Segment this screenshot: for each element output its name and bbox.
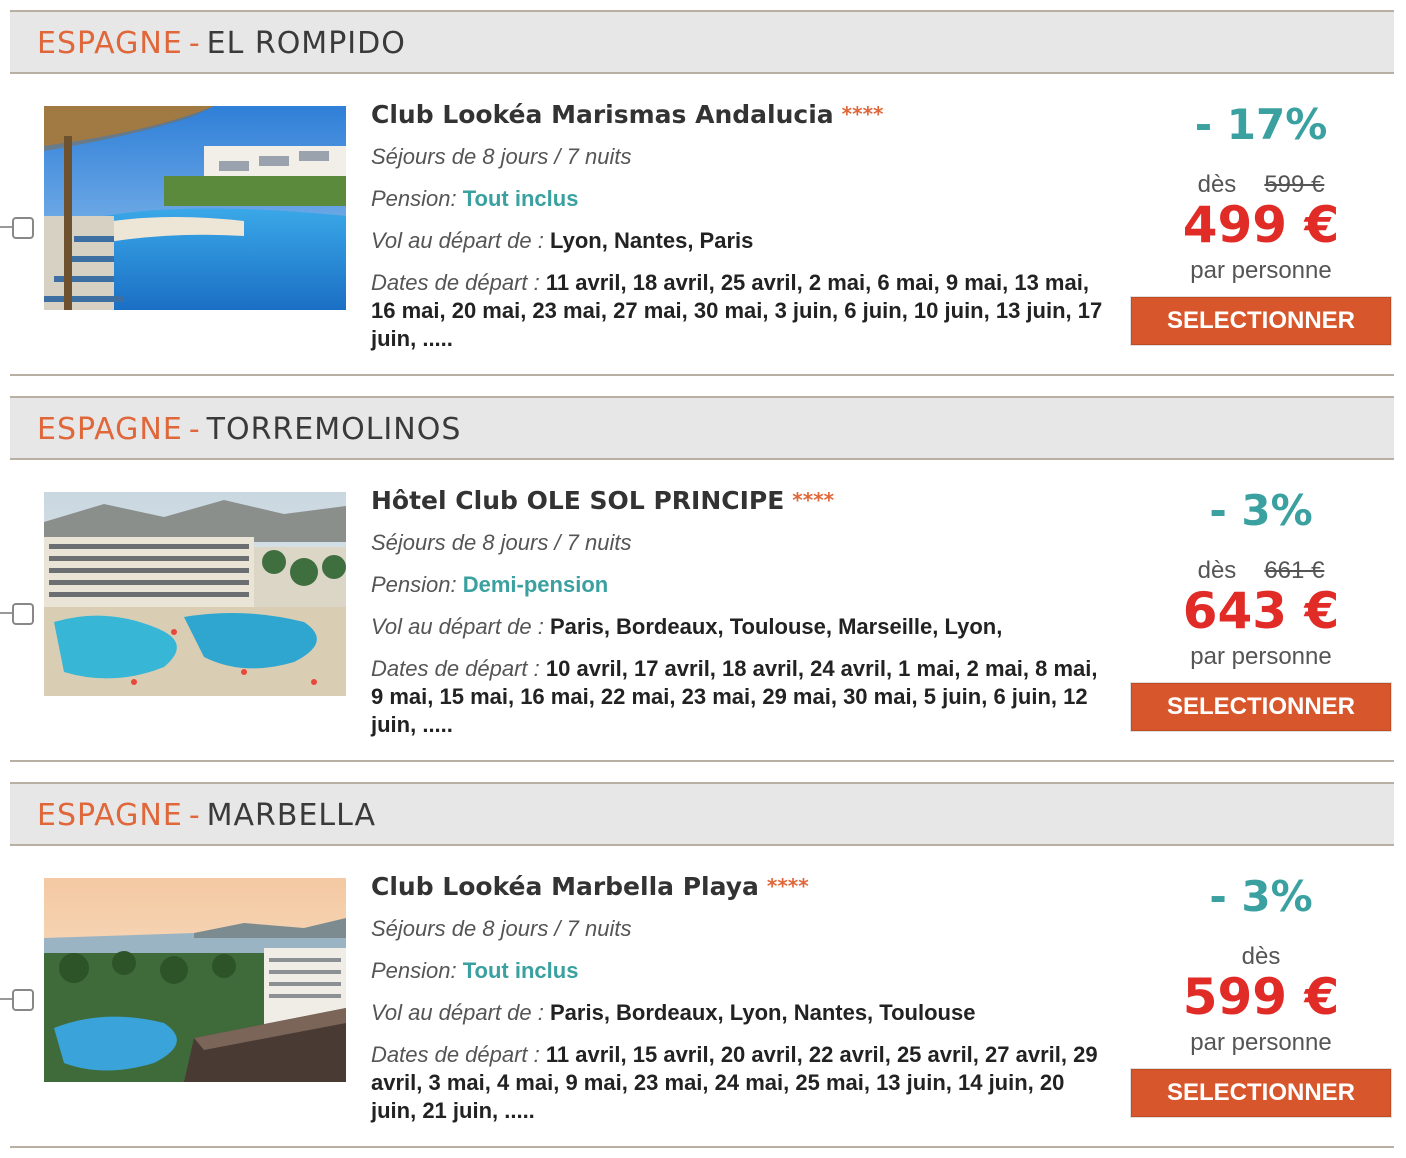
dates-row: Dates de départ : 11 avril, 15 avril, 20… [371, 1041, 1111, 1125]
select-button[interactable]: SELECTIONNER [1131, 297, 1391, 345]
pension-row: Pension: Tout inclus [371, 185, 1111, 213]
pension-row: Pension: Tout inclus [371, 957, 1111, 985]
select-checkbox[interactable] [12, 603, 34, 625]
from-row: dès [1130, 943, 1392, 971]
city-label: EL ROMPIDO [206, 26, 406, 61]
pension-row: Pension: Demi-pension [371, 571, 1111, 599]
discount-badge: - 17% [1194, 100, 1328, 149]
separator: - [188, 26, 201, 61]
current-price: 599 € [1182, 968, 1340, 1026]
divider [10, 374, 1394, 376]
select-checkbox[interactable] [12, 989, 34, 1011]
hotel-name-line: Club Lookéa Marbella Playa **** [371, 872, 1111, 901]
star-rating: **** [766, 874, 809, 898]
checkbox-connector [0, 226, 12, 228]
country-label: ESPAGNE [37, 26, 183, 61]
dates-row: Dates de départ : 11 avril, 18 avril, 25… [371, 269, 1111, 353]
select-button[interactable]: SELECTIONNER [1131, 1069, 1391, 1117]
dates-label: Dates de départ : [371, 270, 540, 295]
checkbox-connector [0, 998, 12, 1000]
listing-card: ESPAGNE - MARBELLA Club Lookéa Marbella Pl… [0, 772, 1406, 1158]
old-price: 661 € [1264, 557, 1325, 584]
price-panel: - 3% dès 661 € 643 € par personne SELECTI… [1130, 486, 1392, 731]
star-rating: **** [792, 488, 835, 512]
divider [10, 1146, 1394, 1148]
separator: - [188, 412, 201, 447]
destination-title: ESPAGNE - MARBELLA [37, 798, 376, 833]
hotel-name[interactable]: Club Lookéa Marbella Playa [371, 872, 759, 901]
pension-label: Pension: [371, 572, 457, 597]
destination-header: ESPAGNE - TORREMOLINOS [10, 396, 1394, 460]
pension-value: Tout inclus [462, 186, 579, 211]
per-person-label: par personne [1190, 643, 1332, 670]
discount-badge: - 3% [1209, 872, 1313, 921]
flight-label: Vol au départ de : [371, 228, 544, 253]
select-button[interactable]: SELECTIONNER [1131, 683, 1391, 731]
current-price: 643 € [1182, 582, 1340, 640]
old-price: 599 € [1264, 171, 1325, 198]
hotel-name-line: Club Lookéa Marismas Andalucia **** [371, 100, 1111, 129]
pension-value: Tout inclus [462, 958, 579, 983]
dates-label: Dates de départ : [371, 656, 540, 681]
flight-label: Vol au départ de : [371, 614, 544, 639]
from-label: dès [1197, 557, 1237, 584]
offer-details: Hôtel Club OLE SOL PRINCIPE **** Séjours … [371, 486, 1111, 739]
pension-value: Demi-pension [462, 572, 609, 597]
city-label: MARBELLA [206, 798, 377, 833]
price-panel: - 3% dès 599 € par personne SELECTIONNER [1130, 872, 1392, 1117]
from-label: dès [1197, 171, 1237, 198]
hotel-photo[interactable] [44, 106, 346, 310]
hotel-name[interactable]: Hôtel Club OLE SOL PRINCIPE [371, 486, 784, 515]
country-label: ESPAGNE [37, 798, 183, 833]
destination-title: ESPAGNE - TORREMOLINOS [37, 412, 461, 447]
listing-card: ESPAGNE - EL ROMPIDO Club Lookéa Marisma… [0, 0, 1406, 386]
flight-cities: Paris, Bordeaux, Lyon, Nantes, Toulouse [550, 1000, 976, 1025]
from-row: dès 661 € [1130, 557, 1392, 585]
pension-label: Pension: [371, 186, 457, 211]
hotel-name[interactable]: Club Lookéa Marismas Andalucia [371, 100, 834, 129]
discount-badge: - 3% [1209, 486, 1313, 535]
destination-title: ESPAGNE - EL ROMPIDO [37, 26, 406, 61]
hotel-name-line: Hôtel Club OLE SOL PRINCIPE **** [371, 486, 1111, 515]
from-row: dès 599 € [1130, 171, 1392, 199]
flight-row: Vol au départ de : Paris, Bordeaux, Lyon… [371, 999, 1111, 1027]
stay-duration: Séjours de 8 jours / 7 nuits [371, 916, 632, 941]
from-label: dès [1241, 943, 1281, 970]
flight-cities: Lyon, Nantes, Paris [550, 228, 754, 253]
divider [10, 760, 1394, 762]
city-label: TORREMOLINOS [206, 412, 462, 447]
hotel-photo[interactable] [44, 492, 346, 696]
flight-label: Vol au départ de : [371, 1000, 544, 1025]
separator: - [188, 798, 201, 833]
stay-duration: Séjours de 8 jours / 7 nuits [371, 144, 632, 169]
current-price: 499 € [1182, 196, 1340, 254]
listing-card: ESPAGNE - TORREMOLINOS Hôtel Club OLE SOL … [0, 386, 1406, 772]
star-rating: **** [841, 102, 884, 126]
select-checkbox[interactable] [12, 217, 34, 239]
checkbox-connector [0, 612, 12, 614]
price-panel: - 17% dès 599 € 499 € par personne SELECT… [1130, 100, 1392, 345]
offer-details: Club Lookéa Marbella Playa **** Séjours d… [371, 872, 1111, 1125]
per-person-label: par personne [1190, 1029, 1332, 1056]
pension-label: Pension: [371, 958, 457, 983]
offer-details: Club Lookéa Marismas Andalucia **** Séjou… [371, 100, 1111, 353]
destination-header: ESPAGNE - EL ROMPIDO [10, 10, 1394, 74]
flight-cities: Paris, Bordeaux, Toulouse, Marseille, Ly… [550, 614, 1003, 639]
country-label: ESPAGNE [37, 412, 183, 447]
flight-row: Vol au départ de : Paris, Bordeaux, Toul… [371, 613, 1111, 641]
dates-row: Dates de départ : 10 avril, 17 avril, 18… [371, 655, 1111, 739]
stay-duration: Séjours de 8 jours / 7 nuits [371, 530, 632, 555]
per-person-label: par personne [1190, 257, 1332, 284]
hotel-photo[interactable] [44, 878, 346, 1082]
destination-header: ESPAGNE - MARBELLA [10, 782, 1394, 846]
dates-label: Dates de départ : [371, 1042, 540, 1067]
flight-row: Vol au départ de : Lyon, Nantes, Paris [371, 227, 1111, 255]
